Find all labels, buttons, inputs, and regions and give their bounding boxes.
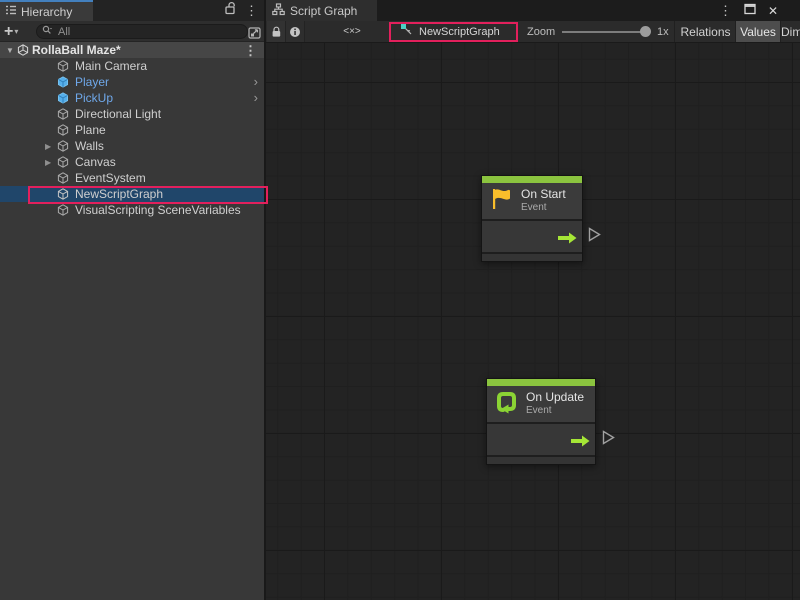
- code-preview-button[interactable]: <×>: [334, 21, 370, 42]
- node-header: On Update Event: [487, 386, 595, 422]
- loop-icon: [494, 389, 519, 420]
- zoom-slider-handle[interactable]: [640, 26, 651, 37]
- search-icon: [42, 23, 53, 41]
- node-footer: [487, 455, 595, 464]
- plus-icon: +: [4, 24, 13, 40]
- prefab-children-chevron-icon[interactable]: ›: [254, 74, 258, 89]
- tree-item-eventsystem[interactable]: EventSystem: [0, 170, 264, 186]
- chevron-down-icon: ▾: [14, 27, 18, 36]
- tree-item-label: PickUp: [75, 91, 113, 105]
- node-subtitle: Event: [521, 202, 566, 214]
- node-header: On Start Event: [482, 183, 582, 219]
- gameobject-cube-icon: [57, 140, 69, 155]
- node-on-update[interactable]: On Update Event: [486, 378, 596, 465]
- tree-item-directional-light[interactable]: Directional Light: [0, 106, 264, 122]
- maximize-icon[interactable]: [744, 2, 756, 20]
- prefab-cube-icon: [57, 76, 69, 91]
- tab-script-graph[interactable]: Script Graph: [266, 0, 377, 21]
- relations-button[interactable]: Relations: [676, 21, 735, 42]
- unlock-icon[interactable]: [224, 1, 237, 20]
- tree-item-label: Player: [75, 75, 109, 89]
- script-graph-tab-label: Script Graph: [290, 4, 357, 18]
- close-icon[interactable]: ✕: [768, 4, 778, 18]
- code-preview-glyph: <×>: [343, 26, 361, 37]
- zoom-label: Zoom: [527, 26, 555, 38]
- flag-icon: [489, 186, 514, 217]
- zoom-value: 1x: [657, 26, 669, 38]
- hierarchy-search-input[interactable]: All: [36, 24, 248, 39]
- graph-canvas[interactable]: [266, 43, 800, 600]
- node-footer: [482, 252, 582, 261]
- node-subtitle: Event: [526, 405, 584, 417]
- create-object-button[interactable]: + ▾: [4, 21, 18, 42]
- scene-row[interactable]: ▼ RollaBall Maze* ⋮: [0, 42, 264, 58]
- graph-hierarchy-icon: [272, 3, 285, 19]
- output-port-icon[interactable]: [602, 430, 615, 450]
- tree-item-plane[interactable]: Plane: [0, 122, 264, 138]
- node-on-start[interactable]: On Start Event: [481, 175, 583, 262]
- toolbar-divider: [674, 21, 675, 42]
- values-button[interactable]: Values: [736, 21, 780, 42]
- scene-foldout-icon[interactable]: ▼: [6, 46, 14, 55]
- panel-menu-icon[interactable]: ⋮: [719, 4, 732, 17]
- prefab-cube-icon: [57, 92, 69, 107]
- foldout-collapsed-icon[interactable]: ▶: [45, 142, 51, 151]
- tree-item-walls[interactable]: ▶ Walls: [0, 138, 264, 154]
- prefab-children-chevron-icon[interactable]: ›: [254, 90, 258, 105]
- graph-lock-button[interactable]: [267, 21, 286, 42]
- hierarchy-list-icon: [5, 4, 17, 19]
- tree-item-label: VisualScripting SceneVariables: [75, 203, 241, 217]
- hierarchy-menu-icon[interactable]: ⋮: [245, 4, 258, 17]
- gameobject-cube-icon: [57, 172, 69, 187]
- zoom-slider[interactable]: [562, 31, 650, 33]
- gameobject-cube-icon: [57, 108, 69, 123]
- annotation-box-toolbar: [389, 22, 518, 42]
- tree-item-label: Canvas: [75, 155, 116, 169]
- foldout-collapsed-icon[interactable]: ▶: [45, 158, 51, 167]
- scene-menu-icon[interactable]: ⋮: [244, 44, 257, 57]
- tree-item-canvas[interactable]: ▶ Canvas: [0, 154, 264, 170]
- node-body: [487, 422, 595, 455]
- tree-item-label: Walls: [75, 139, 104, 153]
- hierarchy-toolbar: + ▾ All: [0, 21, 264, 42]
- scene-name: RollaBall Maze*: [32, 43, 121, 57]
- node-body: [482, 219, 582, 252]
- node-title: On Start: [521, 188, 566, 202]
- search-placeholder: All: [55, 26, 70, 38]
- tree-item-visualscripting-scenevariables[interactable]: VisualScripting SceneVariables: [0, 202, 264, 218]
- gameobject-cube-icon: [57, 156, 69, 171]
- tree-item-label: Main Camera: [75, 59, 147, 73]
- flow-arrow-icon[interactable]: [571, 434, 590, 452]
- dim-button[interactable]: Dim: [781, 21, 800, 42]
- gameobject-cube-icon: [57, 204, 69, 219]
- tree-item-label: EventSystem: [75, 171, 146, 185]
- node-color-bar: [482, 176, 582, 183]
- node-title: On Update: [526, 391, 584, 405]
- info-button[interactable]: [286, 21, 305, 42]
- annotation-box-hierarchy: [28, 186, 268, 204]
- tree-item-main-camera[interactable]: Main Camera: [0, 58, 264, 74]
- tree-item-label: Plane: [75, 123, 106, 137]
- hierarchy-tabstrip: Hierarchy ⋮: [0, 0, 264, 21]
- gameobject-cube-icon: [57, 124, 69, 139]
- flow-arrow-icon[interactable]: [558, 231, 577, 249]
- open-search-window-icon[interactable]: [247, 25, 261, 39]
- tree-item-label: Directional Light: [75, 107, 161, 121]
- unity-editor-window: Hierarchy ⋮ + ▾ All ▼ RollaBall Maze*: [0, 0, 800, 600]
- tree-item-player[interactable]: Player ›: [0, 74, 264, 90]
- node-color-bar: [487, 379, 595, 386]
- gameobject-cube-icon: [57, 60, 69, 75]
- hierarchy-tab-label: Hierarchy: [21, 5, 72, 19]
- script-graph-toolbar: <×> NewScriptGraph Zoom 1x Relations Val…: [266, 21, 800, 43]
- output-port-icon[interactable]: [588, 227, 601, 247]
- script-graph-tabstrip: Script Graph ⋮ ✕: [266, 0, 800, 21]
- tab-hierarchy[interactable]: Hierarchy: [0, 0, 93, 21]
- unity-scene-icon: [17, 44, 29, 59]
- tree-item-pickup[interactable]: PickUp ›: [0, 90, 264, 106]
